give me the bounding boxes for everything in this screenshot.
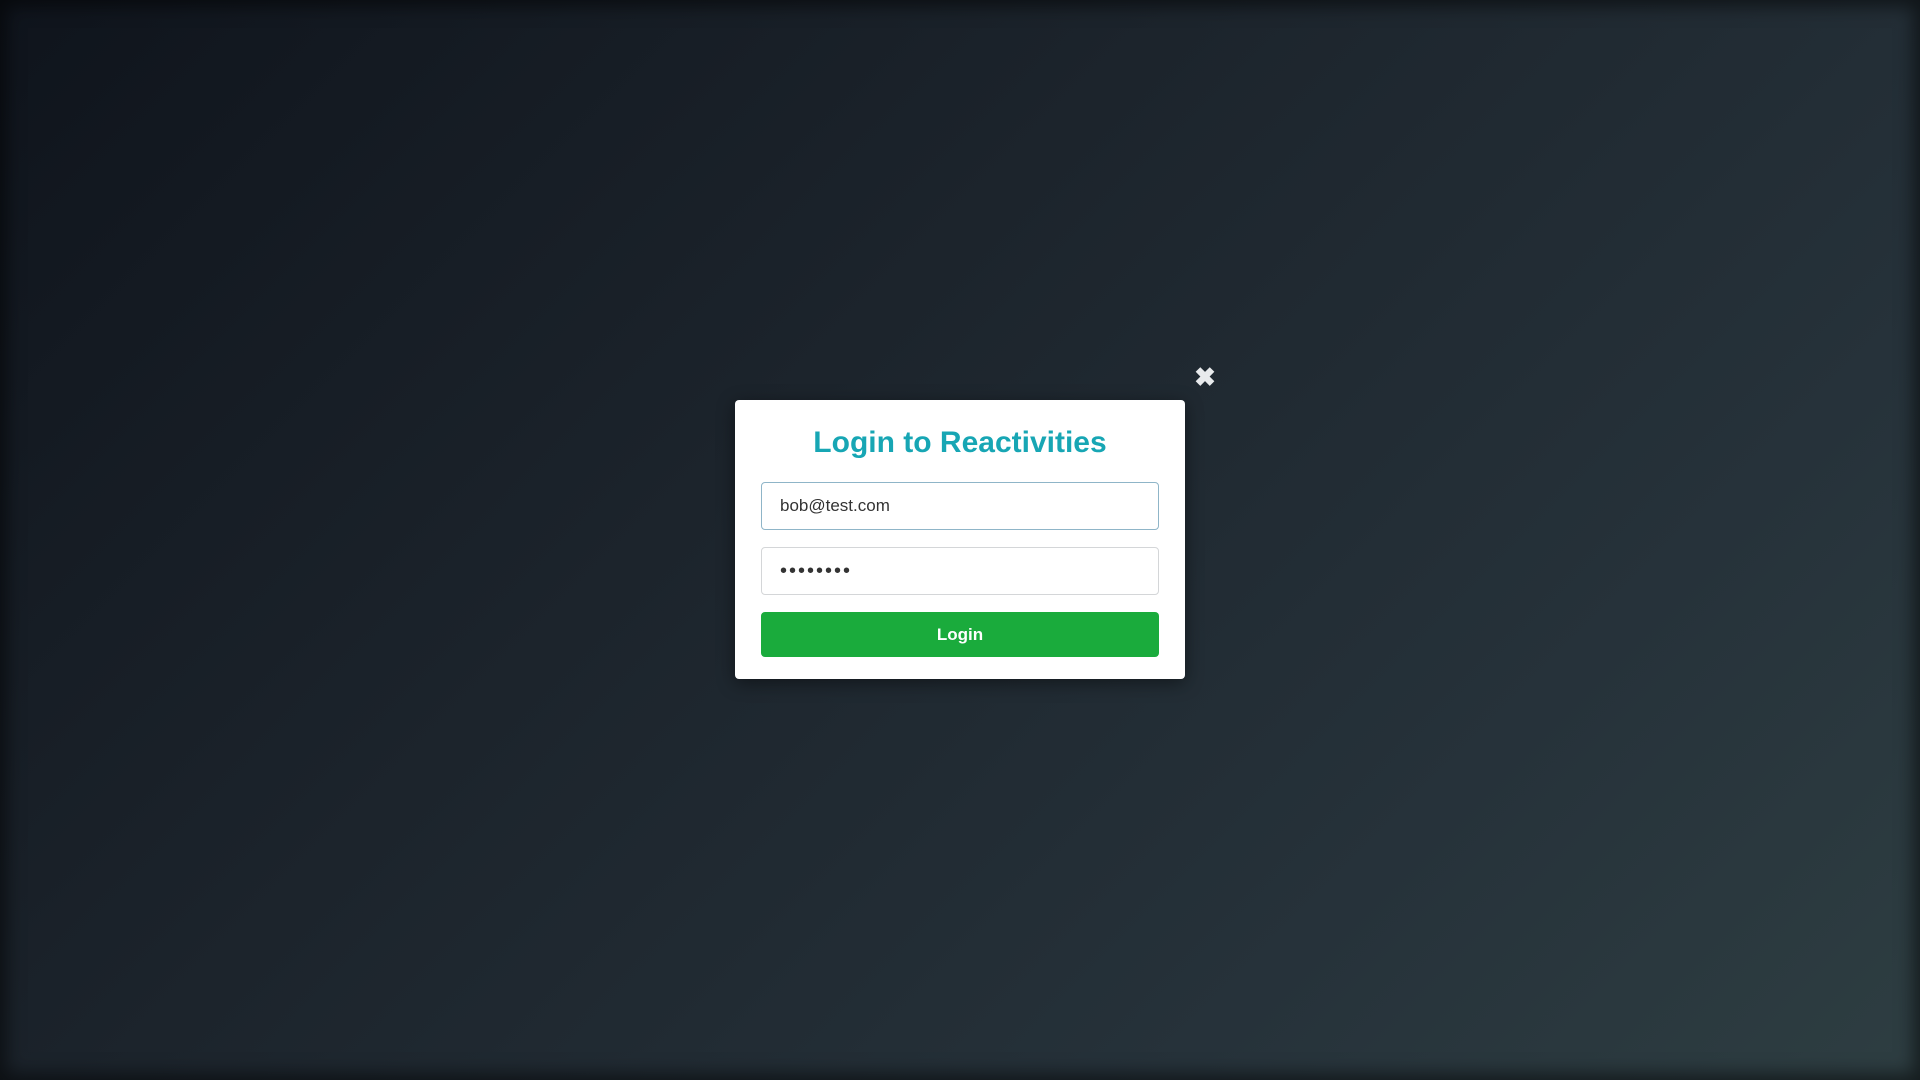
- login-modal: Login to Reactivities Login: [735, 400, 1185, 679]
- password-field[interactable]: [761, 547, 1159, 595]
- email-field[interactable]: [761, 482, 1159, 530]
- login-button[interactable]: Login: [761, 612, 1159, 657]
- modal-title: Login to Reactivities: [813, 426, 1107, 459]
- close-icon[interactable]: ✖: [1192, 364, 1218, 390]
